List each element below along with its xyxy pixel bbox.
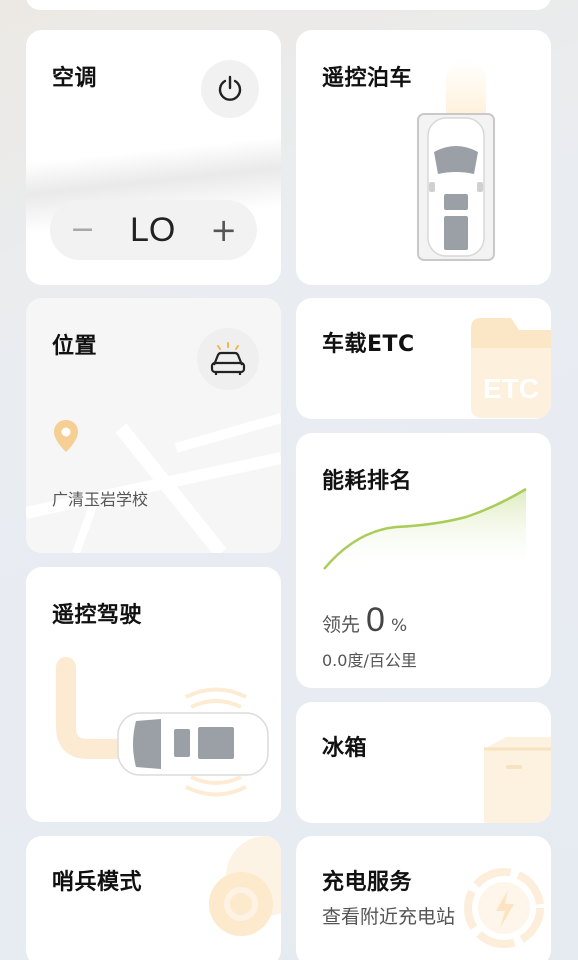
sentry-mode-title: 哨兵模式	[52, 870, 143, 895]
locate-car-button[interactable]	[197, 328, 259, 390]
energy-lead-unit: %	[390, 616, 408, 636]
energy-lead-row: 领先 0 %	[322, 601, 407, 640]
lightning-icon	[464, 868, 544, 948]
car-side-top-view-icon	[56, 657, 269, 797]
ac-decrease-button[interactable]: −	[70, 215, 95, 245]
location-address: 广清玉岩学校	[52, 490, 149, 509]
etc-card-icon: ETC	[471, 318, 551, 418]
energy-trend-chart	[323, 487, 527, 573]
remote-parking-card[interactable]: 遥控泊车	[296, 30, 551, 285]
remote-parking-title: 遥控泊车	[322, 66, 413, 91]
location-card[interactable]: 位置 广清玉岩学校	[26, 298, 281, 553]
etc-title: 车载ETC	[322, 332, 415, 357]
ring-icon	[209, 836, 281, 936]
fridge-card[interactable]: 冰箱	[296, 702, 551, 823]
ac-power-button[interactable]	[201, 60, 259, 118]
ac-temperature-value: LO	[129, 210, 176, 249]
car-top-view-icon	[417, 113, 495, 261]
energy-ranking-card[interactable]: 能耗排名 领先 0 % 0.0度/百公里	[296, 433, 551, 688]
ac-increase-button[interactable]: +	[210, 214, 237, 246]
location-title: 位置	[52, 334, 98, 359]
energy-lead-label: 领先	[322, 614, 361, 636]
energy-consumption-value: 0.0度/百公里	[322, 651, 417, 670]
ac-title: 空调	[52, 66, 98, 91]
remote-driving-title: 遥控驾驶	[52, 603, 143, 628]
location-pin-icon	[54, 420, 78, 452]
charging-service-card[interactable]: 充电服务 查看附近充电站	[296, 836, 551, 960]
remote-driving-card[interactable]: 遥控驾驶	[26, 567, 281, 822]
sentry-mode-card[interactable]: 哨兵模式	[26, 836, 281, 960]
top-card-partial[interactable]	[26, 0, 551, 10]
fridge-title: 冰箱	[322, 736, 368, 761]
power-icon	[218, 75, 242, 101]
ac-temperature-stepper: − LO +	[50, 200, 257, 260]
ac-card[interactable]: 空调 − LO +	[26, 30, 281, 285]
car-front-icon	[210, 342, 246, 375]
energy-lead-value: 0	[366, 601, 385, 639]
charging-service-title: 充电服务	[322, 870, 413, 895]
box-icon	[484, 737, 551, 823]
etc-decor-text: ETC	[483, 373, 539, 404]
etc-card[interactable]: ETC 车载ETC	[296, 298, 551, 419]
charging-service-subtitle: 查看附近充电站	[322, 906, 456, 928]
